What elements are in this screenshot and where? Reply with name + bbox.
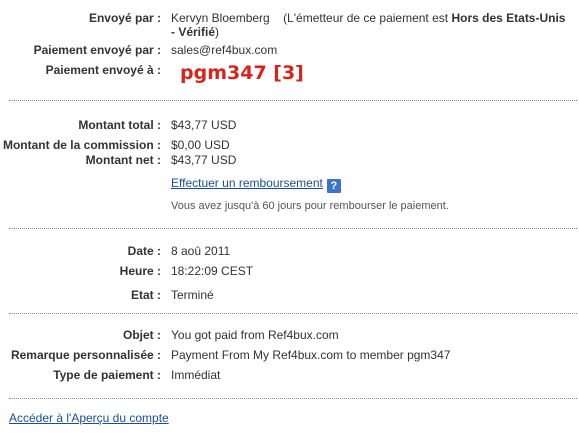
- total-amount-label: Montant total :: [78, 118, 161, 132]
- fee-label: Montant de la commission :: [2, 138, 161, 152]
- date-value: 8 aoû 2011: [171, 244, 231, 258]
- sent-to-label: Paiement envoyé à :: [45, 63, 161, 77]
- sender-label: Envoyé par :: [88, 11, 161, 25]
- sent-by-value: sales@ref4bux.com: [171, 43, 278, 57]
- divider: [9, 398, 577, 399]
- help-icon[interactable]: ?: [326, 179, 341, 193]
- subject-value: You got paid from Ref4bux.com: [171, 328, 339, 342]
- sender-name: Kervyn Bloemberg: [171, 11, 270, 25]
- subject-label: Objet :: [123, 328, 161, 342]
- refund-link[interactable]: Effectuer un remboursement: [171, 176, 323, 190]
- divider: [9, 313, 577, 314]
- divider: [9, 228, 577, 229]
- status-value: Terminé: [171, 288, 214, 302]
- date-label: Date :: [127, 244, 161, 258]
- divider: [9, 100, 577, 101]
- status-label: Etat :: [131, 288, 161, 302]
- sender-value: Kervyn Bloemberg (L'émetteur de ce paiem…: [171, 11, 571, 39]
- sent-by-label: Paiement envoyé par :: [33, 43, 161, 57]
- net-amount-label: Montant net :: [85, 153, 161, 167]
- fee-value: $0,00 USD: [171, 138, 230, 152]
- payment-type-label: Type de paiement :: [53, 368, 161, 382]
- time-label: Heure :: [119, 264, 161, 278]
- personal-note-value: Payment From My Ref4bux.com to member pg…: [171, 348, 451, 362]
- refund-note: Vous avez jusqu'à 60 jours pour rembours…: [171, 200, 449, 212]
- recipient-highlight: pgm347 [3]: [180, 62, 304, 84]
- net-amount-value: $43,77 USD: [171, 153, 237, 167]
- total-amount-value: $43,77 USD: [171, 118, 237, 132]
- time-value: 18:22:09 CEST: [171, 264, 254, 278]
- payment-type-value: Immédiat: [171, 368, 221, 382]
- refund-row: Effectuer un remboursement?: [171, 176, 341, 193]
- account-overview-link[interactable]: Accéder à l'Aperçu du compte: [9, 411, 169, 425]
- footer: Accéder à l'Aperçu du compte: [9, 411, 169, 425]
- personal-note-label: Remarque personnalisée :: [10, 348, 161, 362]
